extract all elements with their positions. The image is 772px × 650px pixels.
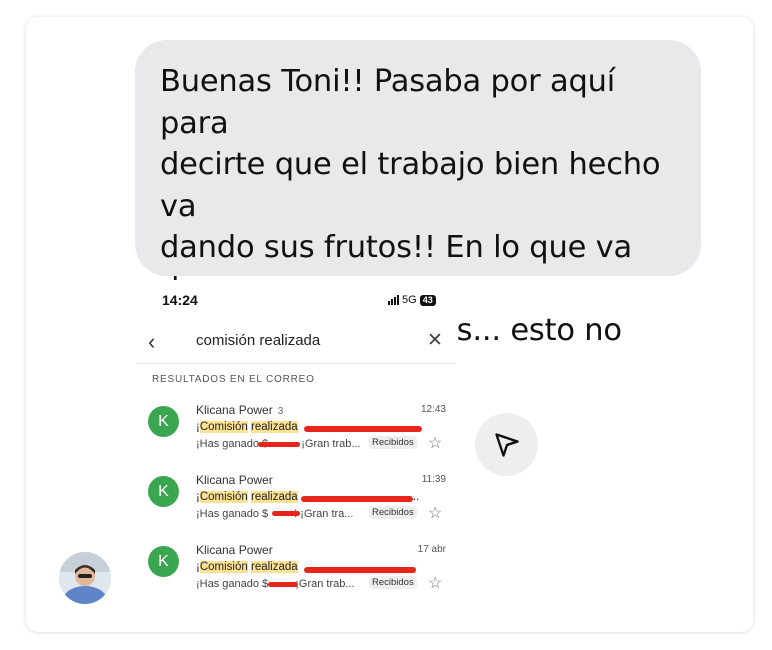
avatar [59, 552, 111, 604]
redaction-mark [258, 442, 300, 447]
sender-name: Klicana Power [196, 543, 273, 557]
redaction-mark [272, 511, 300, 516]
label-badge: Recibidos [369, 506, 417, 519]
email-time: 17 abr [417, 544, 446, 555]
close-icon[interactable]: ✕ [427, 329, 443, 352]
email-time: 11:39 [421, 474, 446, 485]
email-row[interactable]: K Klicana Power 3 12:43 ¡Comisión realiza… [136, 399, 456, 463]
sender-avatar: K [148, 546, 179, 577]
redaction-mark [301, 496, 413, 502]
section-label: RESULTADOS EN EL CORREO [152, 374, 315, 385]
sender-name: Klicana Power 3 [196, 403, 284, 417]
sender-avatar: K [148, 476, 179, 507]
status-time: 14:24 [162, 292, 198, 308]
redaction-mark [268, 582, 298, 587]
battery-icon: 43 [419, 294, 436, 306]
send-button[interactable] [475, 413, 538, 476]
thread-count: 3 [277, 406, 284, 417]
sender-avatar: K [148, 406, 179, 437]
network-label: 5G [402, 294, 417, 306]
email-time: 12:43 [420, 404, 446, 415]
message-bubble: Buenas Toni!! Pasaba por aquí para decir… [135, 40, 701, 390]
profile-photo [59, 552, 111, 604]
send-icon [494, 432, 519, 457]
star-icon[interactable]: ☆ [428, 503, 442, 523]
label-badge: Recibidos [369, 576, 417, 589]
search-input[interactable]: comisión realizada [196, 332, 320, 349]
star-icon[interactable]: ☆ [428, 433, 442, 453]
sender-name: Klicana Power [196, 473, 273, 487]
message-line: decirte que el trabajo bien hecho va [160, 147, 661, 224]
redaction-mark [304, 567, 416, 573]
message-line: Buenas Toni!! Pasaba por aquí para [160, 64, 616, 141]
signal-icon [388, 295, 399, 305]
email-row[interactable]: K Klicana Power 17 abr ¡Comisión realiza… [136, 539, 456, 603]
back-arrow-icon[interactable]: ‹ [148, 329, 155, 355]
redaction-mark [304, 426, 422, 432]
search-bar[interactable]: ‹ comisión realizada ✕ [136, 325, 456, 357]
email-screenshot: 14:24 5G 43 ‹ comisión realizada ✕ RESUL… [136, 280, 456, 610]
star-icon[interactable]: ☆ [428, 573, 442, 593]
status-indicators: 5G 43 [388, 294, 436, 306]
divider [136, 363, 456, 364]
email-row[interactable]: K Klicana Power 11:39 ¡Comisión realizad… [136, 469, 456, 533]
label-badge: Recibidos [369, 436, 417, 449]
